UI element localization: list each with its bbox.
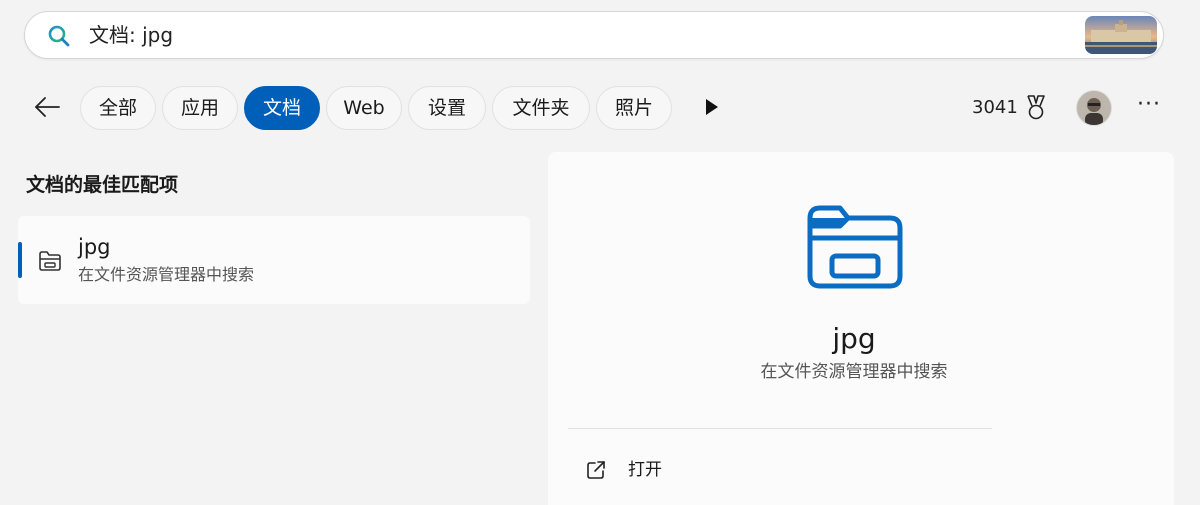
- search-bar[interactable]: 文档: jpg: [24, 11, 1164, 59]
- tab-apps[interactable]: 应用: [162, 86, 238, 130]
- tab-documents[interactable]: 文档: [244, 86, 320, 130]
- tab-folders[interactable]: 文件夹: [492, 86, 590, 130]
- divider: [568, 428, 992, 429]
- preview-pane: jpg 在文件资源管理器中搜索 打开: [548, 152, 1174, 505]
- list-item[interactable]: jpg 在文件资源管理器中搜索: [18, 216, 530, 304]
- search-highlight-image[interactable]: [1085, 16, 1157, 54]
- search-input[interactable]: 文档: jpg: [89, 22, 173, 48]
- rewards-points[interactable]: 3041: [972, 96, 1018, 120]
- search-icon: [48, 25, 70, 47]
- play-icon[interactable]: [700, 96, 722, 118]
- filter-bar: 全部 应用 文档 Web 设置 文件夹 照片 3041 ···: [0, 82, 1200, 134]
- tab-web[interactable]: Web: [326, 86, 402, 130]
- medal-icon[interactable]: [1024, 94, 1048, 122]
- folder-icon: [807, 205, 903, 289]
- tab-settings[interactable]: 设置: [408, 86, 486, 130]
- folder-icon: [39, 251, 61, 271]
- section-title: 文档的最佳匹配项: [26, 174, 179, 196]
- preview-subtitle: 在文件资源管理器中搜索: [760, 362, 948, 382]
- result-title: jpg: [78, 235, 111, 259]
- tab-photos[interactable]: 照片: [596, 86, 672, 130]
- selection-indicator: [18, 242, 22, 278]
- preview-title: jpg: [832, 322, 876, 355]
- tab-all[interactable]: 全部: [80, 86, 156, 130]
- open-external-icon: [587, 461, 605, 479]
- back-arrow-icon[interactable]: [32, 94, 62, 120]
- open-label: 打开: [628, 460, 662, 480]
- result-subtitle: 在文件资源管理器中搜索: [78, 265, 255, 284]
- open-action[interactable]: 打开: [578, 452, 778, 490]
- avatar[interactable]: [1076, 90, 1112, 126]
- more-options-icon[interactable]: ···: [1136, 94, 1162, 120]
